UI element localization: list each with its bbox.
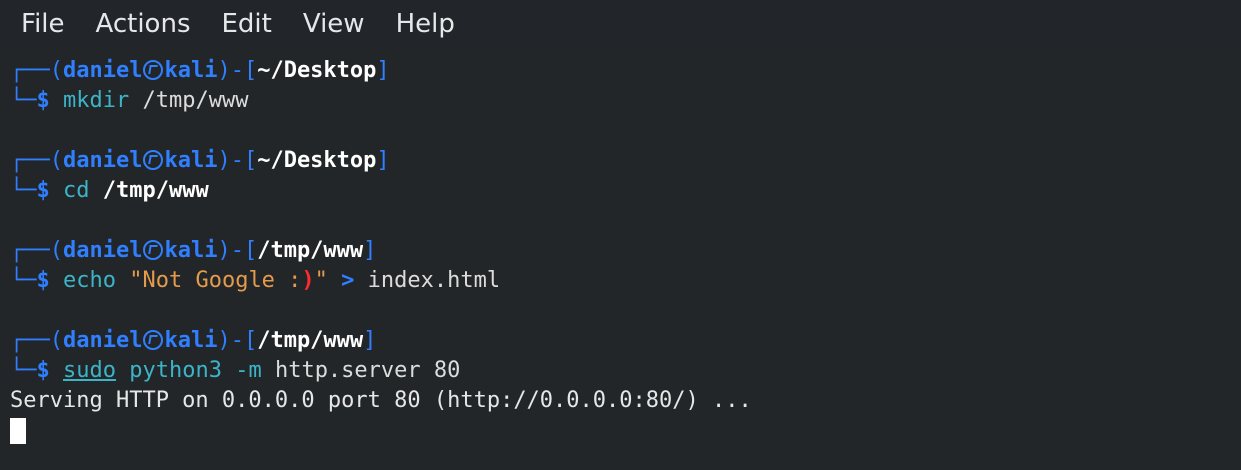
prompt-line: ┌──(daniel kali)-[~/Desktop]: [10, 148, 390, 173]
prompt-cwd: /tmp/www: [257, 238, 364, 263]
prompt-line: ┌──(daniel kali)-[/tmp/www]: [10, 238, 377, 263]
command-port: 80: [433, 358, 461, 383]
command-module: http.server: [274, 358, 421, 383]
command-line: └─$ sudo python3 -m http.server 80: [10, 358, 461, 383]
command-name: mkdir: [63, 88, 130, 113]
prompt-line: ┌──(daniel kali)-[~/Desktop]: [10, 58, 390, 83]
terminal-window: File Actions Edit View Help ┌──(daniel ka…: [0, 0, 1241, 470]
prompt-host: kali: [164, 148, 218, 173]
menu-edit[interactable]: Edit: [222, 0, 272, 48]
prompt-user: daniel: [62, 148, 143, 173]
kali-skull-icon: [143, 330, 164, 350]
prompt-line: ┌──(daniel kali)-[/tmp/www]: [10, 328, 377, 353]
command-flag: -m: [235, 358, 262, 383]
menu-file[interactable]: File: [21, 0, 65, 48]
terminal-cursor: [10, 418, 26, 444]
kali-skull-icon: [143, 60, 164, 80]
command-arg: /tmp/www: [102, 178, 209, 203]
string-literal: "Not Google :: [129, 268, 302, 293]
command-arg: /tmp/www: [142, 88, 249, 113]
menu-help[interactable]: Help: [396, 0, 455, 48]
prompt-user: daniel: [62, 238, 143, 263]
kali-skull-icon: [143, 240, 164, 260]
prompt-cwd: ~/Desktop: [257, 148, 377, 173]
prompt-user: daniel: [62, 58, 143, 83]
server-output: Serving HTTP on 0.0.0.0 port 80 (http://…: [10, 388, 752, 413]
string-literal-end: ": [314, 268, 328, 293]
redirect-file: index.html: [367, 268, 501, 293]
command-line: └─$ echo "Not Google :)" > index.html: [10, 268, 501, 293]
sudo-keyword: sudo: [63, 358, 116, 383]
kali-skull-icon: [143, 150, 164, 170]
prompt-host: kali: [164, 238, 218, 263]
menu-actions[interactable]: Actions: [96, 0, 191, 48]
menu-bar: File Actions Edit View Help: [0, 0, 1241, 48]
prompt-user: daniel: [62, 328, 143, 353]
menu-view[interactable]: View: [303, 0, 365, 48]
terminal-output[interactable]: ┌──(daniel kali)-[~/Desktop] └─$ mkdir /t…: [0, 54, 1241, 470]
redirect-operator: >: [341, 268, 355, 293]
prompt-cwd: ~/Desktop: [257, 58, 377, 83]
prompt-cwd: /tmp/www: [257, 328, 364, 353]
command-name: echo: [63, 268, 116, 293]
command-name: python3: [129, 358, 222, 383]
command-line: └─$ mkdir /tmp/www: [10, 88, 249, 113]
prompt-host: kali: [164, 328, 218, 353]
prompt-host: kali: [164, 58, 218, 83]
command-name: cd: [63, 178, 90, 203]
command-line: └─$ cd /tmp/www: [10, 178, 209, 203]
string-literal-highlight: ): [301, 268, 315, 293]
